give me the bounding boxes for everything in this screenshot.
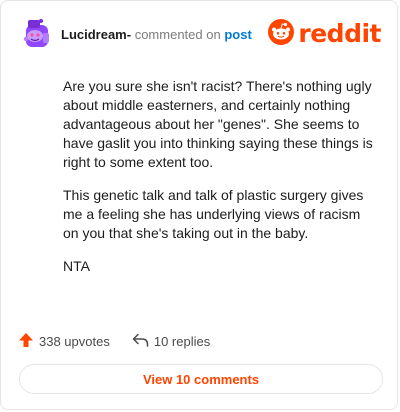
upvote-button[interactable]: 338 upvotes xyxy=(18,332,110,351)
view-comments-button[interactable]: View 10 comments xyxy=(19,364,383,394)
reply-arrow-icon[interactable] xyxy=(132,333,149,350)
comment-header: Lucidream- commented on post reddit xyxy=(21,17,381,53)
replies-count: 10 replies xyxy=(153,333,211,349)
replies-button[interactable]: 10 replies xyxy=(132,333,210,350)
post-link[interactable]: post xyxy=(224,27,251,42)
upvotes-count: 338 upvotes xyxy=(39,333,110,349)
reddit-snoo-icon xyxy=(268,18,295,50)
comment-paragraph: Are you sure she isn't racist? There's n… xyxy=(63,78,373,170)
comment-meta: Lucidream- commented on post xyxy=(61,27,252,42)
snoo-avatar-icon[interactable] xyxy=(21,17,53,49)
comment-paragraph: This genetic talk and talk of plastic su… xyxy=(63,187,364,241)
comment-paragraph: NTA xyxy=(63,258,90,274)
comment-card: Lucidream- commented on post reddit Are … xyxy=(0,0,398,410)
reddit-logo[interactable]: reddit xyxy=(268,18,381,50)
upvote-arrow-icon[interactable] xyxy=(18,332,34,351)
action-text: commented on xyxy=(134,27,221,42)
reddit-wordmark: reddit xyxy=(298,19,381,48)
comment-actions: 338 upvotes 10 replies xyxy=(18,331,210,351)
username[interactable]: Lucidream- xyxy=(61,27,131,42)
comment-body: Are you sure she isn't racist? There's n… xyxy=(63,77,373,290)
